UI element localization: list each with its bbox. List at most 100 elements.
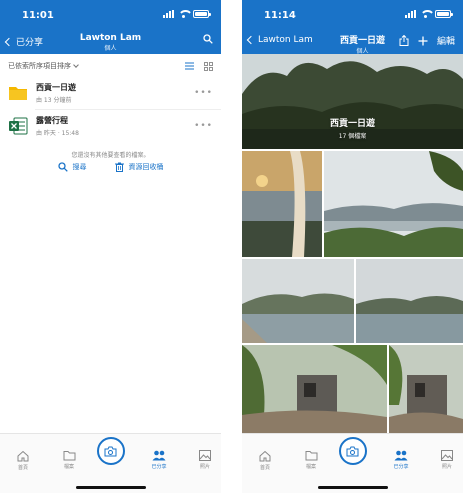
sort-dropdown[interactable]: 已依索所序項目排序 xyxy=(8,61,185,71)
album-header: 西貢一日遊 17 個檔案 xyxy=(242,116,463,140)
tab-shared[interactable]: 已分享 xyxy=(144,450,174,470)
more-icon[interactable]: ••• xyxy=(194,121,213,131)
back-button[interactable]: 已分享 xyxy=(4,35,44,48)
share-icon[interactable] xyxy=(399,35,409,46)
tab-label: 檔案 xyxy=(63,464,74,470)
recycle-bin-button[interactable]: 資源回收桶 xyxy=(114,162,164,172)
search-icon[interactable] xyxy=(203,34,213,44)
tab-home[interactable]: 首頁 xyxy=(8,450,38,471)
photo-image xyxy=(324,151,463,257)
tab-label: 照片 xyxy=(441,464,452,470)
tab-photos[interactable]: 照片 xyxy=(190,450,220,470)
tab-label: 首頁 xyxy=(17,465,28,471)
list-item[interactable]: 露營行程 由 昨天 · 15:48 ••• xyxy=(0,111,221,141)
sort-bar: 已依索所序項目排序 xyxy=(0,57,221,75)
photo-thumbnail[interactable] xyxy=(389,345,463,433)
chevron-left-icon xyxy=(246,35,256,45)
back-label: Lawton Lam xyxy=(258,35,313,45)
photo-image xyxy=(356,259,463,343)
left-phone-screen: 11:01 已分享 Lawton Lam 個人 已依索所序項目排序 西貢一日遊 … xyxy=(0,0,221,493)
photo-thumbnail[interactable] xyxy=(242,151,322,257)
more-icon[interactable]: ••• xyxy=(194,88,213,98)
files-icon xyxy=(305,451,317,461)
album-title: 西貢一日遊 xyxy=(329,119,375,129)
recycle-bin-label: 資源回收桶 xyxy=(128,163,164,171)
nav-bar: Lawton Lam 西貢一日遊 個人 編輯 xyxy=(242,30,463,55)
file-info: 露營行程 由 昨天 · 15:48 xyxy=(36,115,194,137)
nav-actions: 編輯 xyxy=(399,34,455,47)
status-time: 11:14 xyxy=(264,10,296,21)
tab-photos[interactable]: 照片 xyxy=(432,450,462,470)
wifi-icon xyxy=(420,10,435,18)
camera-button[interactable] xyxy=(96,437,125,465)
back-label: 已分享 xyxy=(16,38,44,48)
file-name: 露營行程 xyxy=(36,116,68,125)
search-label: 搜尋 xyxy=(72,163,87,171)
nav-bar: 已分享 Lawton Lam 個人 xyxy=(0,30,221,54)
tab-bar: 首頁 檔案 已分享 照片 xyxy=(242,433,463,493)
file-meta: 由 13 分鐘前 xyxy=(36,97,72,104)
page-title: 西貢一日遊 個人 xyxy=(340,33,385,55)
tab-shared[interactable]: 已分享 xyxy=(386,450,416,470)
album-count: 17 個檔案 xyxy=(338,133,367,140)
file-info: 西貢一日遊 由 13 分鐘前 xyxy=(36,82,194,104)
title-text: 西貢一日遊 xyxy=(339,36,386,46)
photo-image xyxy=(389,345,463,433)
people-icon xyxy=(152,450,166,461)
photo-thumbnail[interactable] xyxy=(242,259,354,343)
photo-thumbnail[interactable] xyxy=(242,345,387,433)
home-indicator xyxy=(75,486,146,489)
photos-icon xyxy=(441,450,453,461)
tab-files[interactable]: 檔案 xyxy=(54,450,84,470)
battery-icon xyxy=(435,10,453,18)
file-name: 西貢一日遊 xyxy=(36,83,76,92)
grid-view-icon[interactable] xyxy=(204,61,213,71)
search-icon xyxy=(57,162,68,172)
divider xyxy=(35,109,221,110)
photo-thumbnail[interactable] xyxy=(324,151,463,257)
back-button[interactable]: Lawton Lam xyxy=(246,35,313,45)
status-icons xyxy=(163,10,211,18)
camera-button[interactable] xyxy=(338,437,367,465)
tab-label: 檔案 xyxy=(305,464,316,470)
add-icon[interactable] xyxy=(418,36,428,46)
tab-home[interactable]: 首頁 xyxy=(250,450,280,471)
nav-actions xyxy=(203,34,213,44)
photo-image xyxy=(242,151,322,257)
tab-label: 照片 xyxy=(199,464,210,470)
title-text: Lawton Lam xyxy=(79,33,142,43)
photos-icon xyxy=(199,450,211,461)
view-toggles xyxy=(185,61,213,71)
photo-image xyxy=(242,345,387,433)
right-phone-screen: 11:14 Lawton Lam 西貢一日遊 個人 編輯 西貢一日遊 17 個檔… xyxy=(242,0,463,493)
subtitle-text: 個人 xyxy=(104,45,117,52)
album-cover-photo[interactable]: 西貢一日遊 17 個檔案 xyxy=(242,54,463,149)
camera-icon xyxy=(346,446,359,456)
folder-icon xyxy=(9,87,27,100)
status-time: 11:01 xyxy=(22,10,54,21)
people-icon xyxy=(394,450,408,461)
empty-hint: 您還沒有其他要查看的檔案。 xyxy=(71,152,150,159)
search-button[interactable]: 搜尋 xyxy=(57,162,87,172)
home-icon xyxy=(17,450,29,462)
sort-label: 已依索所序項目排序 xyxy=(8,62,71,70)
photo-thumbnail[interactable] xyxy=(356,259,463,343)
camera-icon xyxy=(104,446,117,456)
home-indicator xyxy=(317,486,388,489)
list-item[interactable]: 西貢一日遊 由 13 分鐘前 ••• xyxy=(0,78,221,108)
wifi-icon xyxy=(178,10,193,18)
chevron-left-icon xyxy=(4,37,14,46)
tab-bar: 首頁 檔案 已分享 照片 xyxy=(0,433,221,493)
edit-button[interactable]: 編輯 xyxy=(437,34,455,47)
page-title: Lawton Lam 個人 xyxy=(80,33,141,52)
tab-label: 已分享 xyxy=(151,464,167,470)
signal-icon xyxy=(405,10,416,18)
tab-label: 首頁 xyxy=(259,465,270,471)
tab-files[interactable]: 檔案 xyxy=(296,450,326,470)
status-icons xyxy=(405,10,453,18)
files-icon xyxy=(63,451,75,461)
signal-icon xyxy=(163,10,174,18)
tab-label: 已分享 xyxy=(393,464,409,470)
chevron-down-icon xyxy=(73,62,79,68)
list-view-icon[interactable] xyxy=(185,62,194,70)
